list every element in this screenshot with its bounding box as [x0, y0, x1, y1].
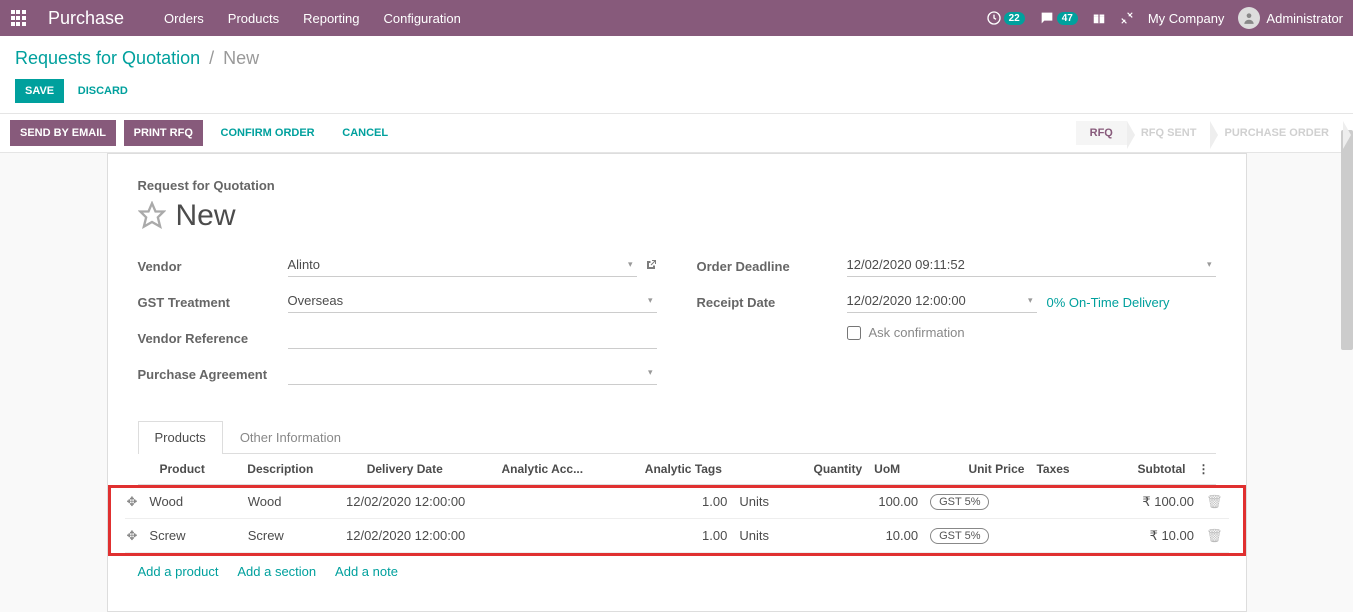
tabs: Products Other Information	[138, 421, 1216, 454]
col-uom: UoM	[868, 454, 926, 485]
cell-product[interactable]: Screw	[143, 519, 241, 553]
col-unit-price: Unit Price	[926, 454, 1030, 485]
cancel-button[interactable]: Cancel	[332, 121, 398, 145]
cell-analytic-tags[interactable]	[633, 519, 658, 553]
messages-badge: 47	[1057, 12, 1078, 25]
highlighted-rows: ✥WoodWood12/02/2020 12:00:001.00Units100…	[108, 485, 1246, 556]
record-title: New	[176, 199, 236, 233]
gst-field[interactable]: Overseas▾	[288, 291, 657, 313]
messages-icon[interactable]: 47	[1039, 10, 1078, 26]
cell-uom[interactable]: Units	[733, 485, 818, 519]
receipt-date-field[interactable]: 12/02/2020 12:00:00▾	[847, 291, 1037, 313]
col-quantity: Quantity	[775, 454, 868, 485]
confirm-order-button[interactable]: Confirm Order	[211, 121, 325, 145]
label-vendor-ref: Vendor Reference	[138, 331, 288, 346]
control-panel: Requests for Quotation / New Save Discar…	[0, 36, 1353, 114]
vendor-ref-field[interactable]	[288, 327, 657, 349]
label-ask-confirmation: Ask confirmation	[869, 325, 965, 340]
statusbar-row: Send by Email Print RFQ Confirm Order Ca…	[0, 114, 1353, 153]
table-row[interactable]: ✥WoodWood12/02/2020 12:00:001.00Units100…	[125, 485, 1229, 519]
col-analytic-tags: Analytic Tags	[639, 454, 775, 485]
print-rfq-button[interactable]: Print RFQ	[124, 120, 203, 146]
user-menu[interactable]: Administrator	[1238, 7, 1343, 29]
cell-delivery-date[interactable]: 12/02/2020 12:00:00	[340, 485, 608, 519]
col-product: Product	[154, 454, 242, 485]
top-navbar: Purchase Orders Products Reporting Confi…	[0, 0, 1353, 36]
external-link-icon[interactable]	[645, 259, 657, 274]
cell-taxes[interactable]: GST 5%	[924, 519, 1070, 553]
user-name: Administrator	[1266, 11, 1343, 26]
cell-analytic-acc[interactable]	[608, 519, 633, 553]
stage-purchase-order[interactable]: Purchase Order	[1210, 121, 1343, 145]
cell-unit-price[interactable]: 10.00	[818, 519, 924, 553]
stage-rfq-sent[interactable]: RFQ Sent	[1127, 121, 1211, 145]
trash-icon[interactable]: 🗑	[1200, 519, 1229, 553]
move-handle-icon[interactable]: ✥	[125, 519, 144, 553]
stage-rfq[interactable]: RFQ	[1076, 121, 1127, 145]
table-row[interactable]: ✥ScrewScrew12/02/2020 12:00:001.00Units1…	[125, 519, 1229, 553]
col-kebab[interactable]: ⋮	[1192, 454, 1216, 485]
cell-analytic-tags[interactable]	[633, 485, 658, 519]
col-subtotal: Subtotal	[1100, 454, 1192, 485]
gift-icon[interactable]	[1092, 11, 1106, 25]
cell-product[interactable]: Wood	[143, 485, 241, 519]
apps-icon[interactable]	[10, 9, 28, 27]
label-vendor: Vendor	[138, 259, 288, 274]
cell-taxes[interactable]: GST 5%	[924, 485, 1070, 519]
cell-unit-price[interactable]: 100.00	[818, 485, 924, 519]
breadcrumb-current: New	[223, 48, 259, 68]
cell-uom[interactable]: Units	[733, 519, 818, 553]
company-switcher[interactable]: My Company	[1148, 11, 1225, 26]
col-analytic-acc: Analytic Acc...	[496, 454, 639, 485]
nav-reporting[interactable]: Reporting	[303, 11, 359, 26]
purchase-agreement-field[interactable]: ▾	[288, 363, 657, 385]
products-table: Product Description Delivery Date Analyt…	[138, 454, 1216, 485]
col-description: Description	[241, 454, 360, 485]
brand-title: Purchase	[48, 8, 124, 29]
add-product-link[interactable]: Add a product	[138, 564, 219, 579]
discard-button[interactable]: Discard	[68, 79, 138, 103]
cell-description[interactable]: Screw	[242, 519, 340, 553]
breadcrumb: Requests for Quotation / New	[15, 48, 1338, 69]
nav-configuration[interactable]: Configuration	[383, 11, 460, 26]
cell-delivery-date[interactable]: 12/02/2020 12:00:00	[340, 519, 608, 553]
form-sheet: Request for Quotation New Vendor Alinto▾…	[107, 153, 1247, 612]
label-purchase-agreement: Purchase Agreement	[138, 367, 288, 382]
on-time-delivery-link[interactable]: 0% On-Time Delivery	[1047, 295, 1170, 310]
scrollbar[interactable]	[1341, 130, 1353, 350]
trash-icon[interactable]: 🗑	[1200, 485, 1229, 519]
vendor-field[interactable]: Alinto▾	[288, 255, 637, 277]
avatar-icon	[1238, 7, 1260, 29]
send-email-button[interactable]: Send by Email	[10, 120, 116, 146]
col-delivery-date: Delivery Date	[361, 454, 496, 485]
breadcrumb-root[interactable]: Requests for Quotation	[15, 48, 200, 68]
cell-subtotal: ₹ 10.00	[1070, 519, 1200, 553]
add-links: Add a product Add a section Add a note	[138, 556, 1216, 587]
order-deadline-field[interactable]: 12/02/2020 09:11:52▾	[847, 255, 1216, 277]
form-subtitle: Request for Quotation	[138, 178, 1216, 193]
label-order-deadline: Order Deadline	[697, 259, 847, 274]
tools-icon[interactable]	[1120, 11, 1134, 25]
label-gst: GST Treatment	[138, 295, 288, 310]
activity-icon[interactable]: 22	[986, 10, 1025, 26]
cell-description[interactable]: Wood	[242, 485, 340, 519]
label-receipt-date: Receipt Date	[697, 295, 847, 310]
cell-subtotal: ₹ 100.00	[1070, 485, 1200, 519]
cell-quantity[interactable]: 1.00	[657, 519, 733, 553]
activity-badge: 22	[1004, 12, 1025, 25]
nav-orders[interactable]: Orders	[164, 11, 204, 26]
tab-products[interactable]: Products	[138, 421, 223, 454]
nav-products[interactable]: Products	[228, 11, 279, 26]
ask-confirmation-checkbox[interactable]	[847, 326, 861, 340]
tab-other-information[interactable]: Other Information	[223, 421, 358, 453]
move-handle-icon[interactable]: ✥	[125, 485, 144, 519]
star-icon[interactable]	[138, 201, 166, 232]
add-note-link[interactable]: Add a note	[335, 564, 398, 579]
col-taxes: Taxes	[1030, 454, 1099, 485]
statusbar: RFQ RFQ Sent Purchase Order	[1076, 121, 1343, 145]
add-section-link[interactable]: Add a section	[237, 564, 316, 579]
cell-analytic-acc[interactable]	[608, 485, 633, 519]
cell-quantity[interactable]: 1.00	[657, 485, 733, 519]
save-button[interactable]: Save	[15, 79, 64, 103]
